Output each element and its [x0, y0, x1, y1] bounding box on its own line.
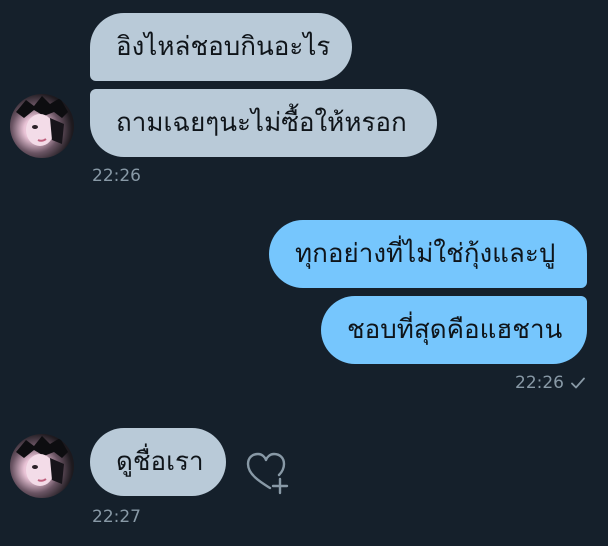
heart-plus-icon: [246, 452, 289, 495]
message-text: ดูชื่อเรา: [116, 447, 204, 477]
sender-avatar[interactable]: [10, 434, 74, 498]
react-button[interactable]: [240, 448, 290, 496]
incoming-message[interactable]: อิงไหล่ชอบกินอะไร: [90, 13, 352, 81]
message-text: อิงไหล่ชอบกินอะไร: [116, 32, 331, 62]
message-timestamp: 22:26: [92, 166, 141, 186]
incoming-message[interactable]: ถามเฉยๆนะไม่ซื้อให้หรอก: [90, 89, 437, 157]
message-timestamp: 22:27: [92, 507, 141, 527]
outgoing-message[interactable]: ชอบที่สุดคือแฮชาน: [321, 296, 587, 364]
message-text: ถามเฉยๆนะไม่ซื้อให้หรอก: [116, 108, 407, 138]
message-text: ทุกอย่างที่ไม่ใช่กุ้งและปู: [295, 239, 556, 269]
sender-avatar[interactable]: [10, 94, 74, 158]
message-timestamp: 22:26: [515, 373, 564, 393]
conversation-view: อิงไหล่ชอบกินอะไร ถามเฉยๆนะไม่ซื้อให้หรอ…: [0, 0, 608, 546]
message-status: 22:26: [515, 373, 586, 393]
check-icon: [571, 377, 585, 389]
incoming-message[interactable]: ดูชื่อเรา: [90, 428, 226, 496]
avatar-image: [16, 96, 68, 146]
avatar-image: [16, 436, 68, 486]
outgoing-message[interactable]: ทุกอย่างที่ไม่ใช่กุ้งและปู: [269, 220, 587, 288]
message-text: ชอบที่สุดคือแฮชาน: [347, 315, 563, 345]
